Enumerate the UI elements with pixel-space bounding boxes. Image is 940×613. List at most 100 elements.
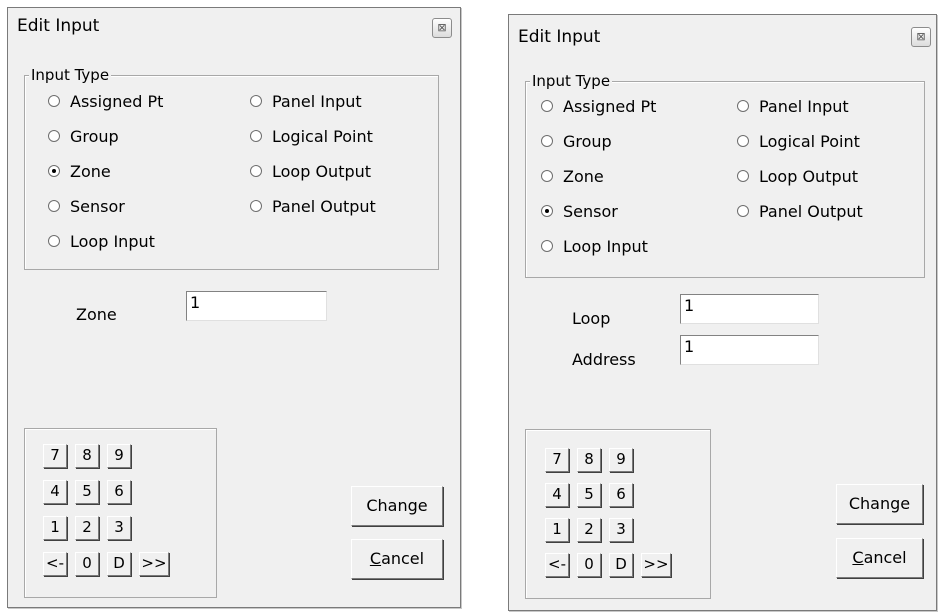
radio-button-checked-icon [48, 165, 60, 177]
radio-button-icon [541, 170, 553, 182]
radio-logical-point[interactable]: Logical Point [250, 125, 373, 147]
radio-label: Panel Output [272, 196, 376, 216]
radio-group[interactable]: Group [48, 125, 119, 147]
key-8[interactable]: 8 [577, 448, 601, 472]
input-type-group-label: Input Type [29, 66, 112, 84]
cancel-accelerator: C [369, 549, 382, 568]
radio-button-icon [48, 235, 60, 247]
radio-button-icon [541, 135, 553, 147]
radio-panel-input[interactable]: Panel Input [737, 95, 849, 117]
loop-input[interactable]: 1 [680, 294, 819, 324]
radio-label: Assigned Pt [563, 96, 657, 116]
radio-label: Loop Output [759, 166, 859, 186]
cancel-accelerator: C [852, 548, 864, 567]
key-7[interactable]: 7 [545, 448, 569, 472]
radio-button-icon [48, 200, 60, 212]
radio-label: Panel Output [759, 201, 863, 221]
key-next[interactable]: >> [139, 552, 169, 576]
radio-zone[interactable]: Zone [541, 165, 604, 187]
cancel-button[interactable]: Cancel [836, 538, 923, 578]
radio-label: Panel Input [759, 96, 849, 116]
key-d[interactable]: D [609, 553, 633, 577]
key-next[interactable]: >> [641, 553, 671, 577]
cancel-button[interactable]: Cancel [351, 539, 443, 579]
radio-button-icon [250, 95, 262, 107]
close-icon[interactable]: ⊠ [911, 27, 931, 47]
key-5[interactable]: 5 [75, 480, 99, 504]
radio-button-icon [541, 100, 553, 112]
key-9[interactable]: 9 [609, 448, 633, 472]
key-6[interactable]: 6 [107, 480, 131, 504]
radio-label: Sensor [563, 201, 618, 221]
radio-button-icon [250, 130, 262, 142]
radio-button-checked-icon [541, 205, 553, 217]
radio-label: Loop Input [70, 231, 155, 251]
zone-input[interactable]: 1 [186, 291, 327, 321]
radio-panel-output[interactable]: Panel Output [250, 195, 376, 217]
key-9[interactable]: 9 [107, 444, 131, 468]
radio-loop-output[interactable]: Loop Output [250, 160, 371, 182]
title-bar: Edit Input ⊠ [8, 8, 460, 46]
key-5[interactable]: 5 [577, 483, 601, 507]
radio-loop-input[interactable]: Loop Input [48, 230, 155, 252]
radio-assigned-pt[interactable]: Assigned Pt [48, 90, 163, 112]
radio-button-icon [737, 170, 749, 182]
radio-button-icon [737, 100, 749, 112]
radio-panel-input[interactable]: Panel Input [250, 90, 362, 112]
radio-label: Loop Output [272, 161, 372, 181]
zone-label: Zone [76, 305, 117, 324]
key-6[interactable]: 6 [609, 483, 633, 507]
radio-label: Sensor [70, 196, 125, 216]
radio-logical-point[interactable]: Logical Point [737, 130, 860, 152]
change-button[interactable]: Change [351, 486, 443, 526]
key-backspace[interactable]: <- [43, 552, 67, 576]
key-0[interactable]: 0 [577, 553, 601, 577]
dialog-title: Edit Input [17, 16, 100, 36]
radio-loop-input[interactable]: Loop Input [541, 235, 648, 257]
numeric-keypad: 7 8 9 4 5 6 1 2 3 <- 0 D >> [24, 428, 217, 598]
radio-label: Panel Input [272, 91, 362, 111]
radio-label: Group [70, 126, 119, 146]
radio-label: Logical Point [759, 131, 860, 151]
key-2[interactable]: 2 [75, 516, 99, 540]
key-1[interactable]: 1 [43, 516, 67, 540]
numeric-keypad: 7 8 9 4 5 6 1 2 3 <- 0 D >> [525, 429, 711, 599]
key-8[interactable]: 8 [75, 444, 99, 468]
key-3[interactable]: 3 [609, 518, 633, 542]
radio-label: Assigned Pt [70, 91, 164, 111]
address-label: Address [572, 350, 636, 369]
key-backspace[interactable]: <- [545, 553, 569, 577]
radio-label: Logical Point [272, 126, 373, 146]
radio-loop-output[interactable]: Loop Output [737, 165, 858, 187]
key-d[interactable]: D [107, 552, 131, 576]
radio-zone[interactable]: Zone [48, 160, 111, 182]
key-4[interactable]: 4 [43, 480, 67, 504]
cancel-label-rest: ancel [863, 548, 907, 567]
radio-sensor[interactable]: Sensor [48, 195, 125, 217]
radio-button-icon [541, 240, 553, 252]
radio-label: Zone [70, 161, 111, 181]
key-3[interactable]: 3 [107, 516, 131, 540]
close-icon[interactable]: ⊠ [432, 18, 452, 38]
key-0[interactable]: 0 [75, 552, 99, 576]
radio-label: Group [563, 131, 612, 151]
key-2[interactable]: 2 [577, 518, 601, 542]
key-1[interactable]: 1 [545, 518, 569, 542]
cancel-label-rest: ancel [381, 549, 425, 568]
key-4[interactable]: 4 [545, 483, 569, 507]
radio-button-icon [250, 165, 262, 177]
radio-group[interactable]: Group [541, 130, 612, 152]
key-7[interactable]: 7 [43, 444, 67, 468]
radio-button-icon [48, 95, 60, 107]
radio-sensor[interactable]: Sensor [541, 200, 618, 222]
radio-assigned-pt[interactable]: Assigned Pt [541, 95, 656, 117]
radio-panel-output[interactable]: Panel Output [737, 200, 863, 222]
radio-button-icon [48, 130, 60, 142]
address-input[interactable]: 1 [680, 335, 819, 365]
radio-label: Loop Input [563, 236, 648, 256]
title-bar: Edit Input ⊠ [509, 15, 936, 53]
input-type-group: Input Type Assigned Pt Group Zone Sensor… [525, 72, 925, 278]
radio-button-icon [737, 205, 749, 217]
change-button[interactable]: Change [836, 484, 923, 524]
radio-label: Zone [563, 166, 604, 186]
